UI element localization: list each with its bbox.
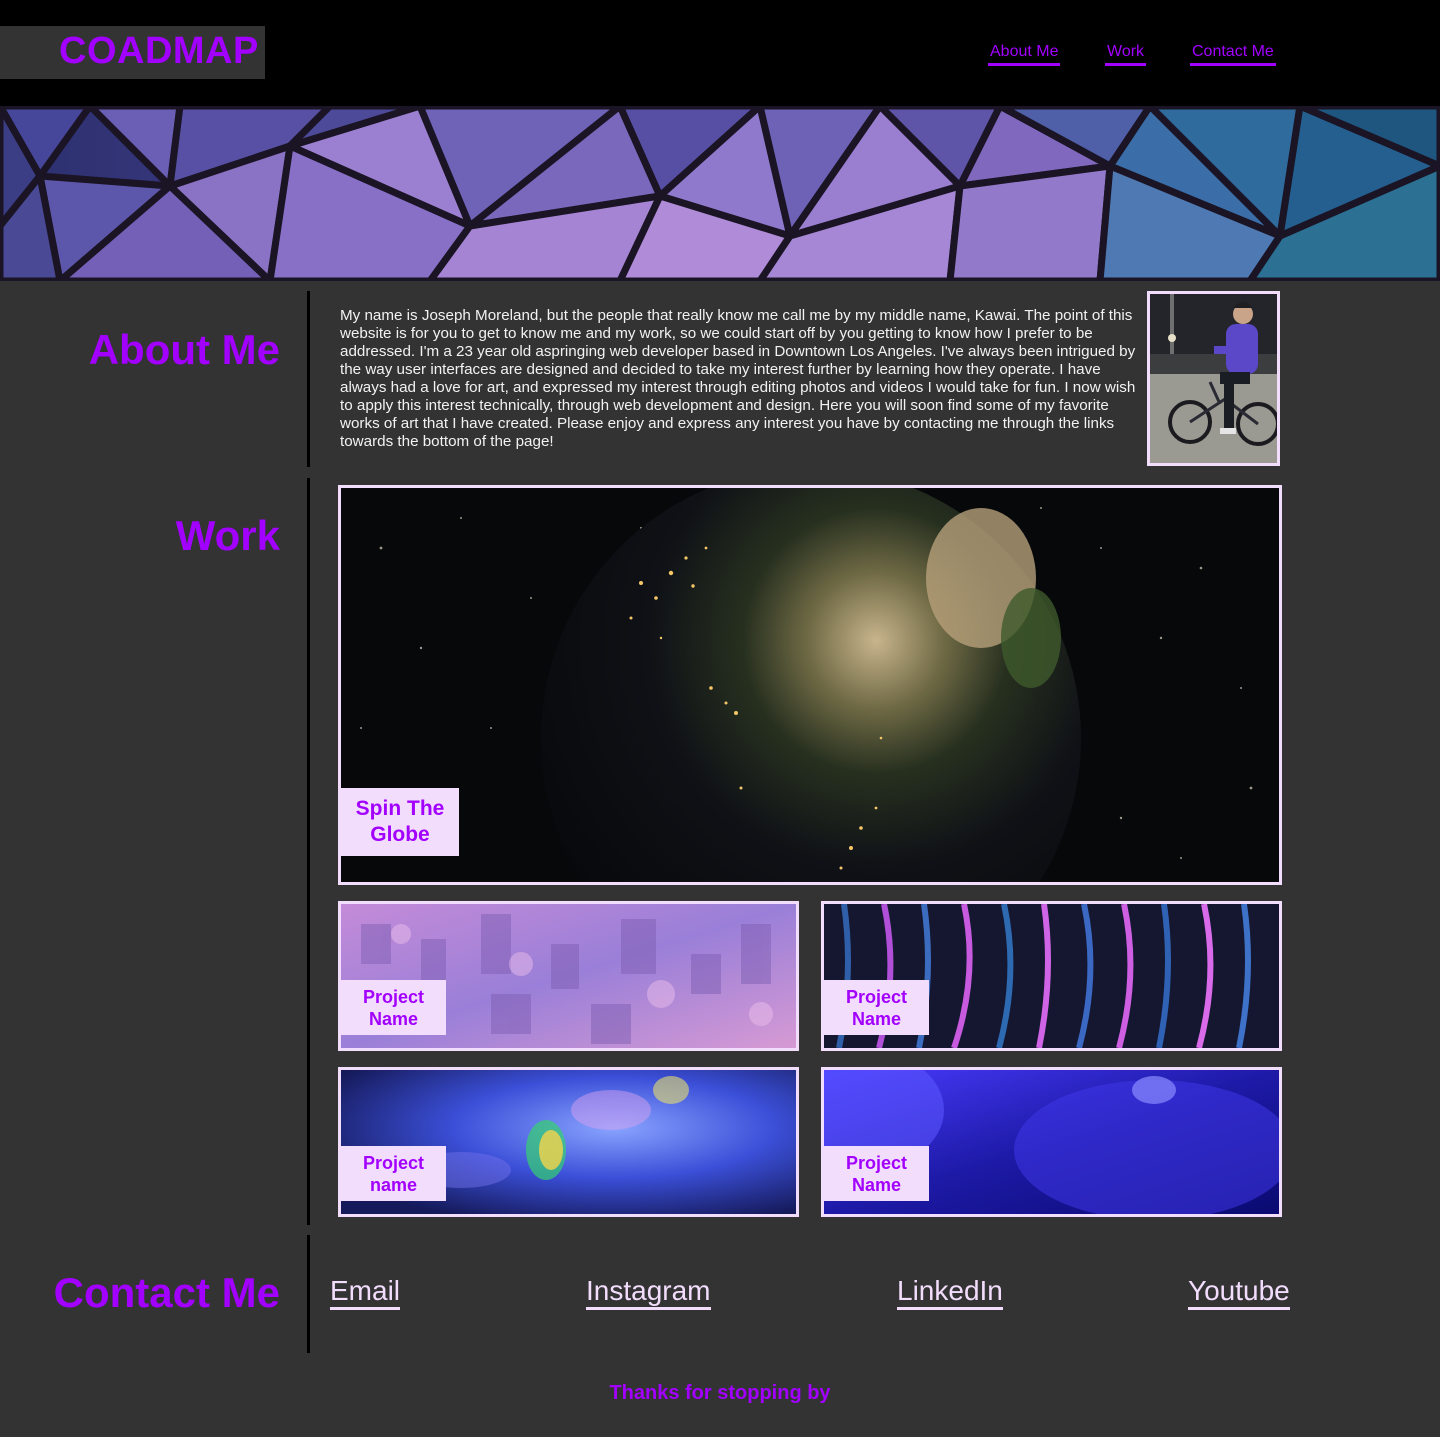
featured-project-label[interactable]: Spin The Globe xyxy=(341,788,459,856)
project-card-2[interactable]: Project Name xyxy=(821,901,1282,1051)
about-me-heading: About Me xyxy=(88,326,280,373)
youtube-link[interactable]: Youtube xyxy=(1188,1275,1290,1310)
nav-link-contact-me[interactable]: Contact Me xyxy=(1190,43,1276,66)
project-4-label[interactable]: Project Name xyxy=(824,1146,929,1201)
contact-me-heading: Contact Me xyxy=(53,1269,280,1316)
linkedin-link[interactable]: LinkedIn xyxy=(897,1275,1003,1310)
email-link[interactable]: Email xyxy=(330,1275,401,1310)
project-1-label-line1: Project xyxy=(362,986,425,1007)
featured-project-label-line1: Spin The xyxy=(355,797,445,820)
featured-project-card[interactable]: Spin The Globe xyxy=(338,485,1282,885)
footer-text: Thanks for stopping by xyxy=(609,1382,831,1404)
work-heading: Work xyxy=(175,512,280,559)
featured-project-label-line2: Globe xyxy=(370,823,430,846)
work-divider xyxy=(307,478,310,1225)
project-4-label-line2: Name xyxy=(851,1174,902,1195)
site-logo[interactable]: COADMAP xyxy=(59,30,259,73)
hero-banner-image xyxy=(0,106,1440,281)
project-3-label[interactable]: Project name xyxy=(341,1146,446,1201)
nav-link-about-me[interactable]: About Me xyxy=(988,43,1061,66)
globe-image xyxy=(341,488,1279,882)
project-2-label-line1: Project xyxy=(845,986,908,1007)
about-divider xyxy=(307,291,310,467)
site-header: COADMAP About Me Work Contact Me xyxy=(0,0,1440,106)
project-4-label-line1: Project xyxy=(845,1152,908,1173)
project-card-1[interactable]: Project Name xyxy=(338,901,799,1051)
project-2-label[interactable]: Project Name xyxy=(824,980,929,1035)
project-3-label-line1: Project xyxy=(362,1152,425,1173)
project-2-label-line2: Name xyxy=(851,1008,902,1029)
about-me-text: My name is Joseph Moreland, but the peop… xyxy=(340,307,1136,450)
project-3-label-line2: name xyxy=(369,1174,418,1195)
project-1-label[interactable]: Project Name xyxy=(341,980,446,1035)
nav-link-work[interactable]: Work xyxy=(1105,43,1147,66)
contact-divider xyxy=(307,1235,310,1353)
instagram-link[interactable]: Instagram xyxy=(586,1275,711,1310)
project-card-4[interactable]: Project Name xyxy=(821,1067,1282,1217)
project-1-label-line2: Name xyxy=(368,1008,419,1029)
project-card-3[interactable]: Project name xyxy=(338,1067,799,1217)
profile-photo xyxy=(1147,291,1280,466)
